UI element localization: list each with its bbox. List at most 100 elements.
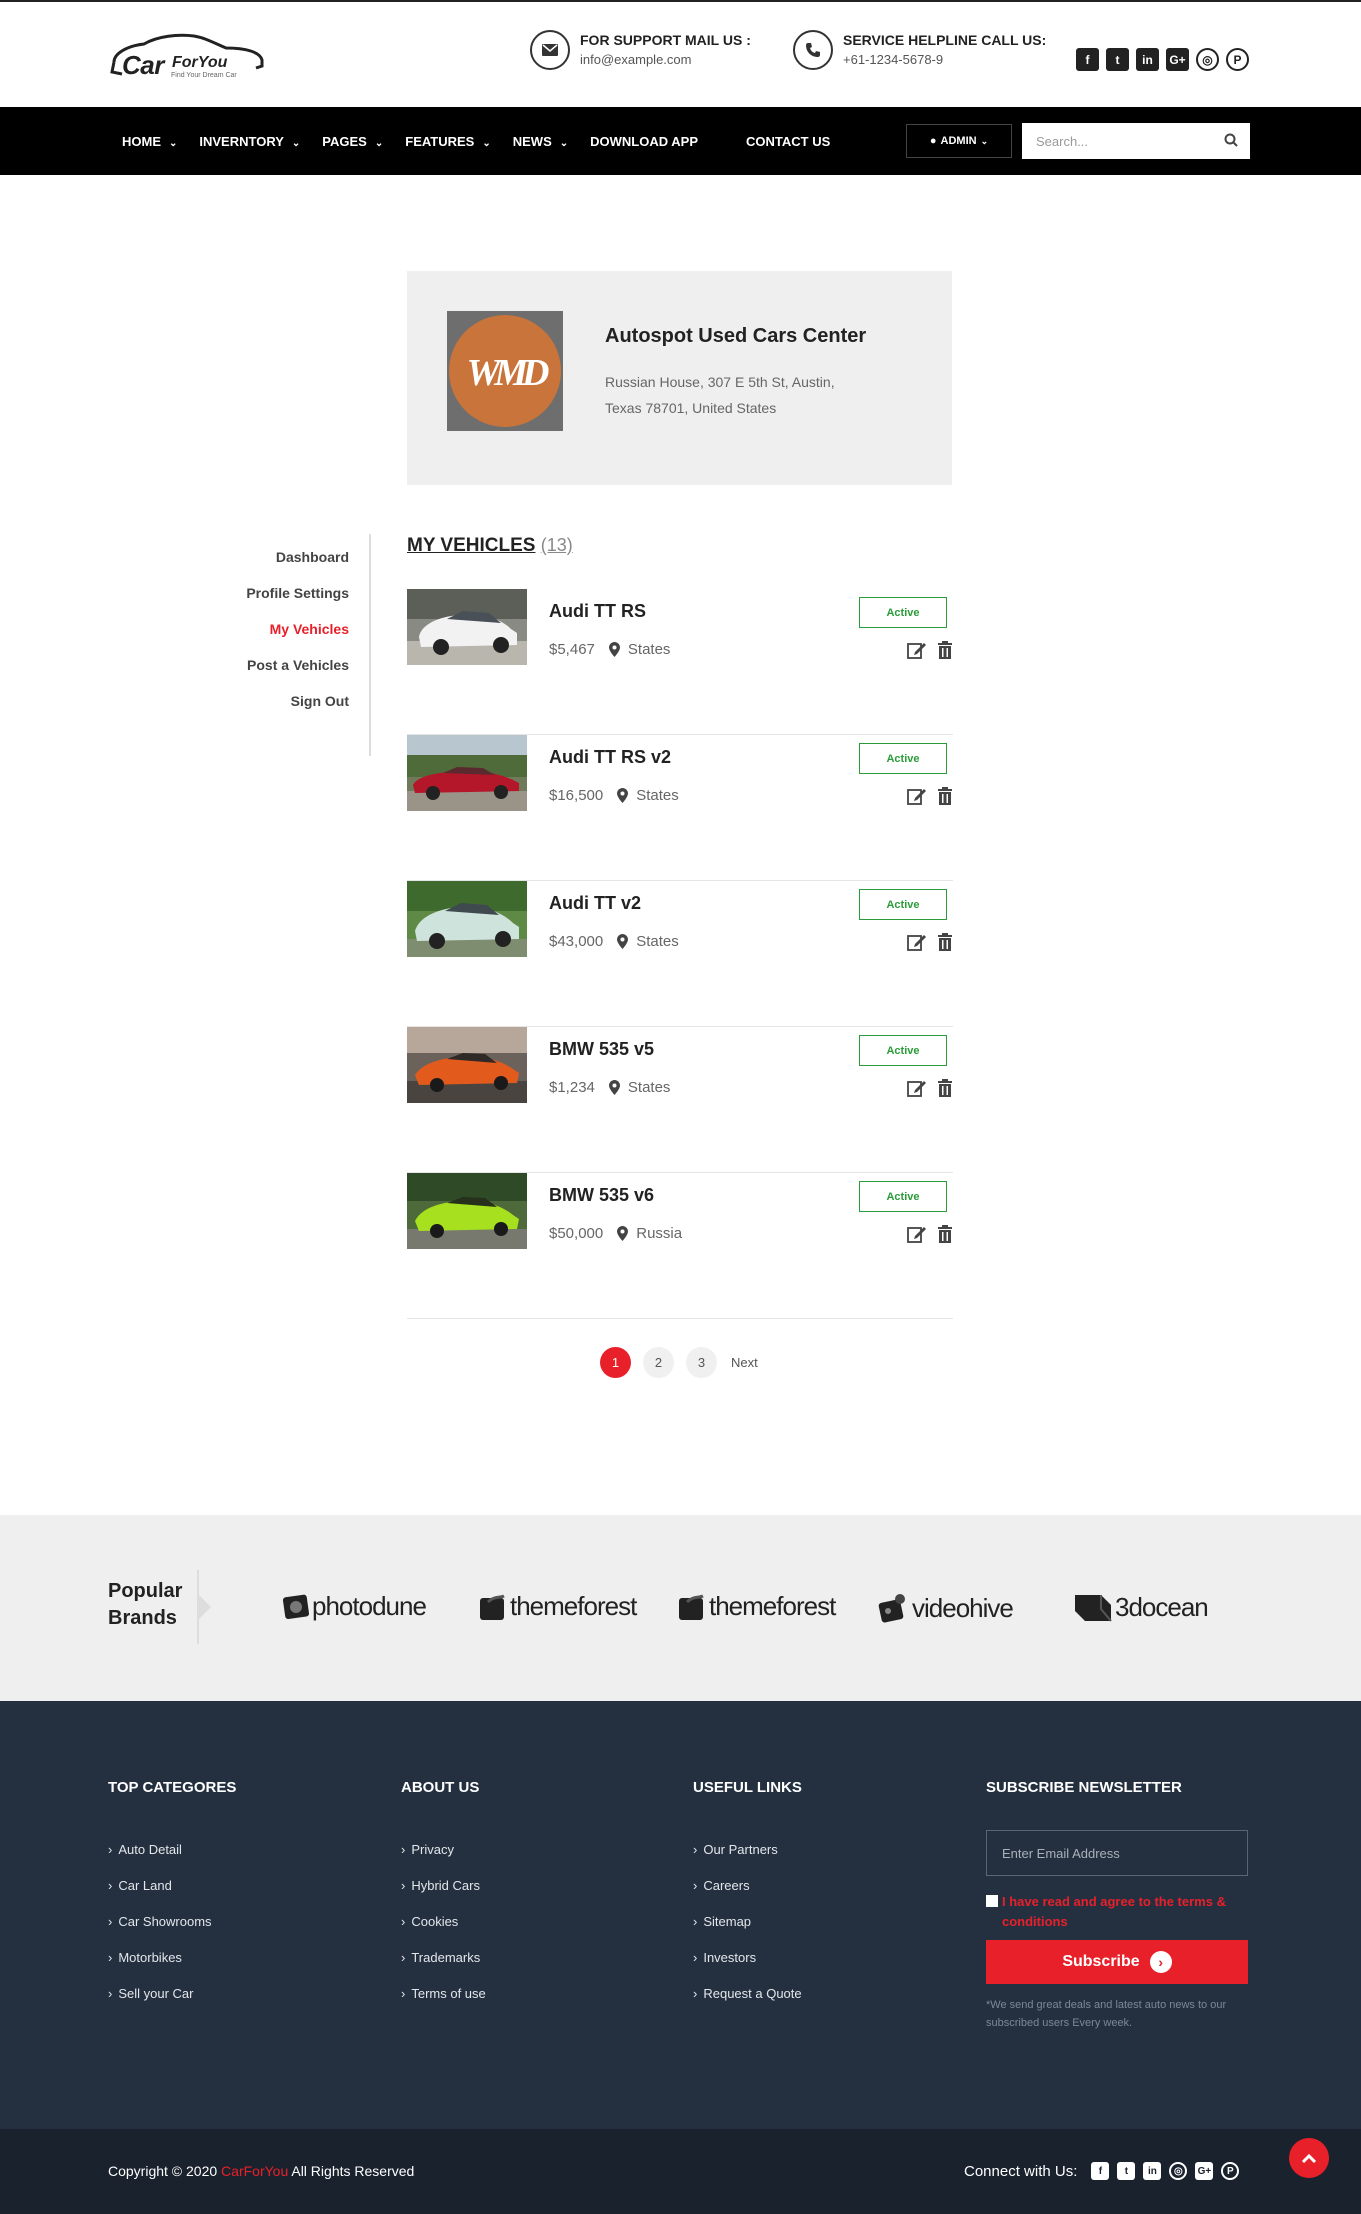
- brand-logo-photodune[interactable]: photodune: [280, 1591, 427, 1622]
- brand-logo-3docean[interactable]: 3docean: [1073, 1591, 1209, 1623]
- sidebar-item-sign-out[interactable]: Sign Out: [220, 683, 369, 719]
- vehicle-title[interactable]: Audi TT v2: [549, 893, 641, 914]
- nav-item-pages[interactable]: PAGES ⌄: [322, 134, 383, 149]
- google-plus-icon[interactable]: G+: [1166, 48, 1189, 71]
- nav-item-contact-us[interactable]: CONTACT US: [746, 134, 830, 149]
- brand-name: themeforest: [709, 1591, 836, 1621]
- twitter-icon[interactable]: t: [1117, 2162, 1136, 2180]
- trash-icon[interactable]: [937, 1225, 953, 1243]
- nav-item-news[interactable]: NEWS ⌄: [513, 134, 568, 149]
- linkedin-icon[interactable]: in: [1143, 2162, 1162, 2180]
- edit-icon[interactable]: [907, 1079, 927, 1097]
- edit-icon[interactable]: [907, 933, 927, 951]
- admin-menu-button[interactable]: ● ADMIN ⌄: [906, 124, 1012, 158]
- footer-link[interactable]: › Our Partners: [693, 1842, 802, 1878]
- back-to-top-button[interactable]: [1289, 2138, 1329, 2178]
- instagram-icon[interactable]: ◎: [1196, 48, 1219, 71]
- google-plus-icon[interactable]: G+: [1195, 2162, 1214, 2180]
- top-header: Car ForYou Find Your Dream Car FOR SUPPO…: [0, 0, 1361, 107]
- sidebar-item-post-vehicle[interactable]: Post a Vehicles: [220, 647, 369, 683]
- chevron-down-icon: ⌄: [482, 137, 491, 149]
- footer-link[interactable]: › Sitemap: [693, 1914, 802, 1950]
- admin-label: ADMIN: [940, 135, 977, 147]
- pinterest-icon[interactable]: P: [1221, 2162, 1240, 2180]
- vehicle-title[interactable]: Audi TT RS: [549, 601, 646, 622]
- vehicle-thumbnail[interactable]: [407, 1173, 527, 1249]
- edit-icon[interactable]: [907, 787, 927, 805]
- vehicle-title[interactable]: BMW 535 v6: [549, 1185, 654, 1206]
- vehicle-location: States: [627, 1079, 671, 1096]
- vehicle-thumbnail[interactable]: [407, 735, 527, 811]
- helpline-number[interactable]: +61-1234-5678-9: [843, 52, 1046, 67]
- footer-link[interactable]: › Privacy: [401, 1842, 486, 1878]
- footer-link[interactable]: › Car Showrooms: [108, 1914, 236, 1950]
- footer-link[interactable]: › Investors: [693, 1950, 802, 1986]
- edit-icon[interactable]: [907, 1225, 927, 1243]
- search-icon[interactable]: [1224, 133, 1238, 147]
- instagram-icon[interactable]: ◎: [1169, 2162, 1188, 2180]
- vehicle-price: $50,000: [549, 1225, 604, 1242]
- trash-icon[interactable]: [937, 1079, 953, 1097]
- footer-link[interactable]: › Trademarks: [401, 1950, 486, 1986]
- page-button-1[interactable]: 1: [600, 1347, 631, 1378]
- nav-item-inventory[interactable]: INVERNTORY ⌄: [199, 134, 300, 149]
- linkedin-icon[interactable]: in: [1136, 48, 1159, 71]
- sidebar-item-profile-settings[interactable]: Profile Settings: [220, 575, 369, 611]
- facebook-icon[interactable]: f: [1091, 2162, 1110, 2180]
- pinterest-icon[interactable]: P: [1226, 48, 1249, 71]
- brand-logo-videohive[interactable]: videohive: [876, 1591, 1014, 1625]
- site-logo[interactable]: Car ForYou Find Your Dream Car: [108, 32, 268, 82]
- trash-icon[interactable]: [937, 933, 953, 951]
- account-sidebar: Dashboard Profile Settings My Vehicles P…: [220, 534, 371, 756]
- nav-item-download-app[interactable]: DOWNLOAD APP: [590, 134, 698, 149]
- footer-link[interactable]: › Sell your Car: [108, 1986, 236, 2022]
- logo-text-main: Car: [122, 50, 164, 80]
- vehicle-title[interactable]: BMW 535 v5: [549, 1039, 654, 1060]
- footer-link[interactable]: › Request a Quote: [693, 1986, 802, 2022]
- subscribe-button[interactable]: Subscribe ›: [986, 1940, 1248, 1984]
- support-email[interactable]: info@example.com: [580, 52, 751, 67]
- footer-link[interactable]: › Car Land: [108, 1878, 236, 1914]
- nav-item-home[interactable]: HOME ⌄: [122, 134, 177, 149]
- nav-item-features[interactable]: FEATURES ⌄: [405, 134, 491, 149]
- brand-logo-themeforest[interactable]: themeforest: [478, 1591, 637, 1622]
- footer-link[interactable]: › Motorbikes: [108, 1950, 236, 1986]
- footer-link[interactable]: › Careers: [693, 1878, 802, 1914]
- brands-arrow-icon: [199, 1595, 211, 1619]
- terms-checkbox[interactable]: [986, 1895, 998, 1907]
- chevron-down-icon: ⌄: [980, 135, 989, 146]
- vehicle-thumbnail[interactable]: [407, 1027, 527, 1103]
- footer-link-label: Auto Detail: [118, 1842, 182, 1857]
- chevron-right-icon: ›: [108, 1842, 113, 1857]
- newsletter-email-input[interactable]: [986, 1830, 1248, 1876]
- sidebar-item-dashboard[interactable]: Dashboard: [220, 539, 369, 575]
- facebook-icon[interactable]: f: [1076, 48, 1099, 71]
- trash-icon[interactable]: [937, 641, 953, 659]
- footer-link[interactable]: › Hybrid Cars: [401, 1878, 486, 1914]
- copyright-brand-link[interactable]: CarForYou: [221, 2163, 288, 2179]
- brands-title-line: Popular: [108, 1580, 183, 1602]
- vehicle-thumbnail[interactable]: [407, 881, 527, 957]
- my-vehicles-heading: MY VEHICLES (13): [407, 535, 573, 557]
- arrow-right-icon: ›: [1149, 1951, 1172, 1973]
- page-button-2[interactable]: 2: [643, 1347, 674, 1378]
- vehicle-thumbnail[interactable]: [407, 589, 527, 665]
- vehicle-title[interactable]: Audi TT RS v2: [549, 747, 671, 768]
- edit-icon[interactable]: [907, 641, 927, 659]
- terms-label[interactable]: I have read and agree to the terms & con…: [1002, 1892, 1248, 1932]
- page-button-3[interactable]: 3: [686, 1347, 717, 1378]
- connect-label: Connect with Us:: [964, 2162, 1078, 2180]
- trash-icon[interactable]: [937, 787, 953, 805]
- next-page-link[interactable]: Next: [731, 1355, 758, 1370]
- popular-brands-title: Popular Brands: [108, 1578, 182, 1632]
- footer-link[interactable]: › Cookies: [401, 1914, 486, 1950]
- brand-logo-themeforest-2[interactable]: themeforest: [677, 1591, 836, 1622]
- brand-name: videohive: [912, 1592, 1014, 1623]
- copyright-suffix: All Rights Reserved: [291, 2163, 415, 2179]
- footer-link[interactable]: › Terms of use: [401, 1986, 486, 2022]
- sidebar-item-my-vehicles[interactable]: My Vehicles: [220, 611, 369, 647]
- footer-column-title: SUBSCRIBE NEWSLETTER: [986, 1779, 1182, 1796]
- search-input[interactable]: [1022, 123, 1202, 159]
- twitter-icon[interactable]: t: [1106, 48, 1129, 71]
- footer-link[interactable]: › Auto Detail: [108, 1842, 236, 1878]
